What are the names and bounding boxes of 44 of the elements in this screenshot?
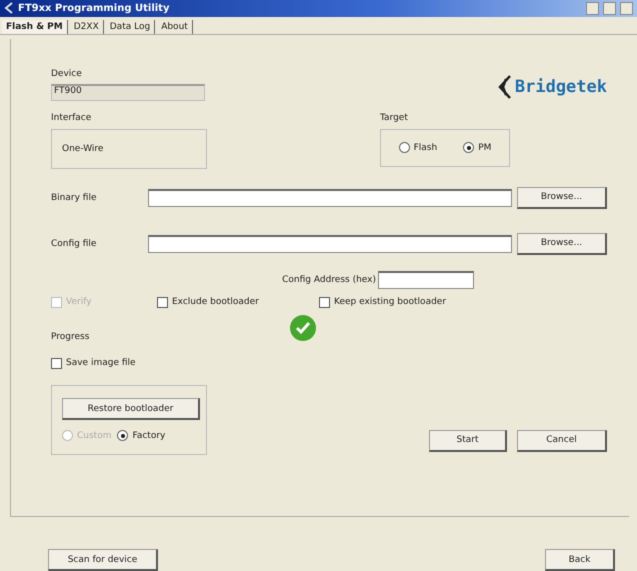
tab[interactable]: About [157, 20, 193, 34]
scan-button[interactable]: Scan for device [48, 549, 158, 571]
cancel-button[interactable]: Cancel [517, 430, 607, 452]
close-button[interactable] [620, 2, 633, 15]
tab[interactable]: D2XX [70, 20, 104, 34]
config-address-field[interactable] [378, 270, 474, 289]
restore-bootloader-button[interactable]: Restore bootloader [62, 398, 200, 420]
file-field[interactable] [148, 234, 512, 253]
field-label: Interface [51, 112, 92, 123]
maximize-button[interactable] [603, 2, 616, 15]
device-field: FT900 [51, 84, 205, 101]
field-label: Binary file [51, 192, 98, 203]
logo-icon [498, 74, 512, 99]
browse-button[interactable]: Browse... [517, 232, 607, 255]
interface-field: One-Wire [51, 128, 207, 169]
file-field[interactable] [148, 188, 512, 207]
radio-label: Factory [132, 430, 166, 441]
logo: Bridgetek [498, 74, 607, 99]
field-label: Device [51, 68, 83, 79]
checkbox-label: Save image file [66, 358, 136, 368]
checkbox[interactable] [51, 358, 62, 369]
checkbox-label: Verify [66, 297, 92, 308]
browse-button[interactable]: Browse... [517, 186, 607, 209]
radio-button[interactable] [398, 142, 410, 154]
window-title: FT9xx Programming Utility [18, 2, 170, 14]
radio-button[interactable] [117, 430, 128, 442]
checkbox[interactable] [157, 296, 168, 308]
app-icon [4, 2, 14, 14]
tab[interactable]: Flash & PM [2, 20, 68, 34]
checkbox-label: Keep existing bootloader [334, 297, 446, 308]
progress-label: Progress [51, 332, 90, 342]
start-button[interactable]: Start [429, 430, 507, 452]
radio-label: Flash [414, 142, 438, 153]
back-button[interactable]: Back [545, 549, 615, 571]
tab[interactable]: Data Log [106, 20, 156, 34]
field-label: Config Address (hex) [281, 274, 376, 285]
field-label: Config file [51, 238, 98, 249]
radio-label: Custom [77, 430, 112, 441]
field-label: Target [380, 112, 409, 123]
checkbox[interactable] [319, 296, 330, 308]
radio-button[interactable] [463, 142, 474, 154]
checkbox-label: Exclude bootloader [172, 297, 259, 308]
minimize-button[interactable] [586, 2, 599, 15]
radio-label: PM [478, 142, 492, 153]
